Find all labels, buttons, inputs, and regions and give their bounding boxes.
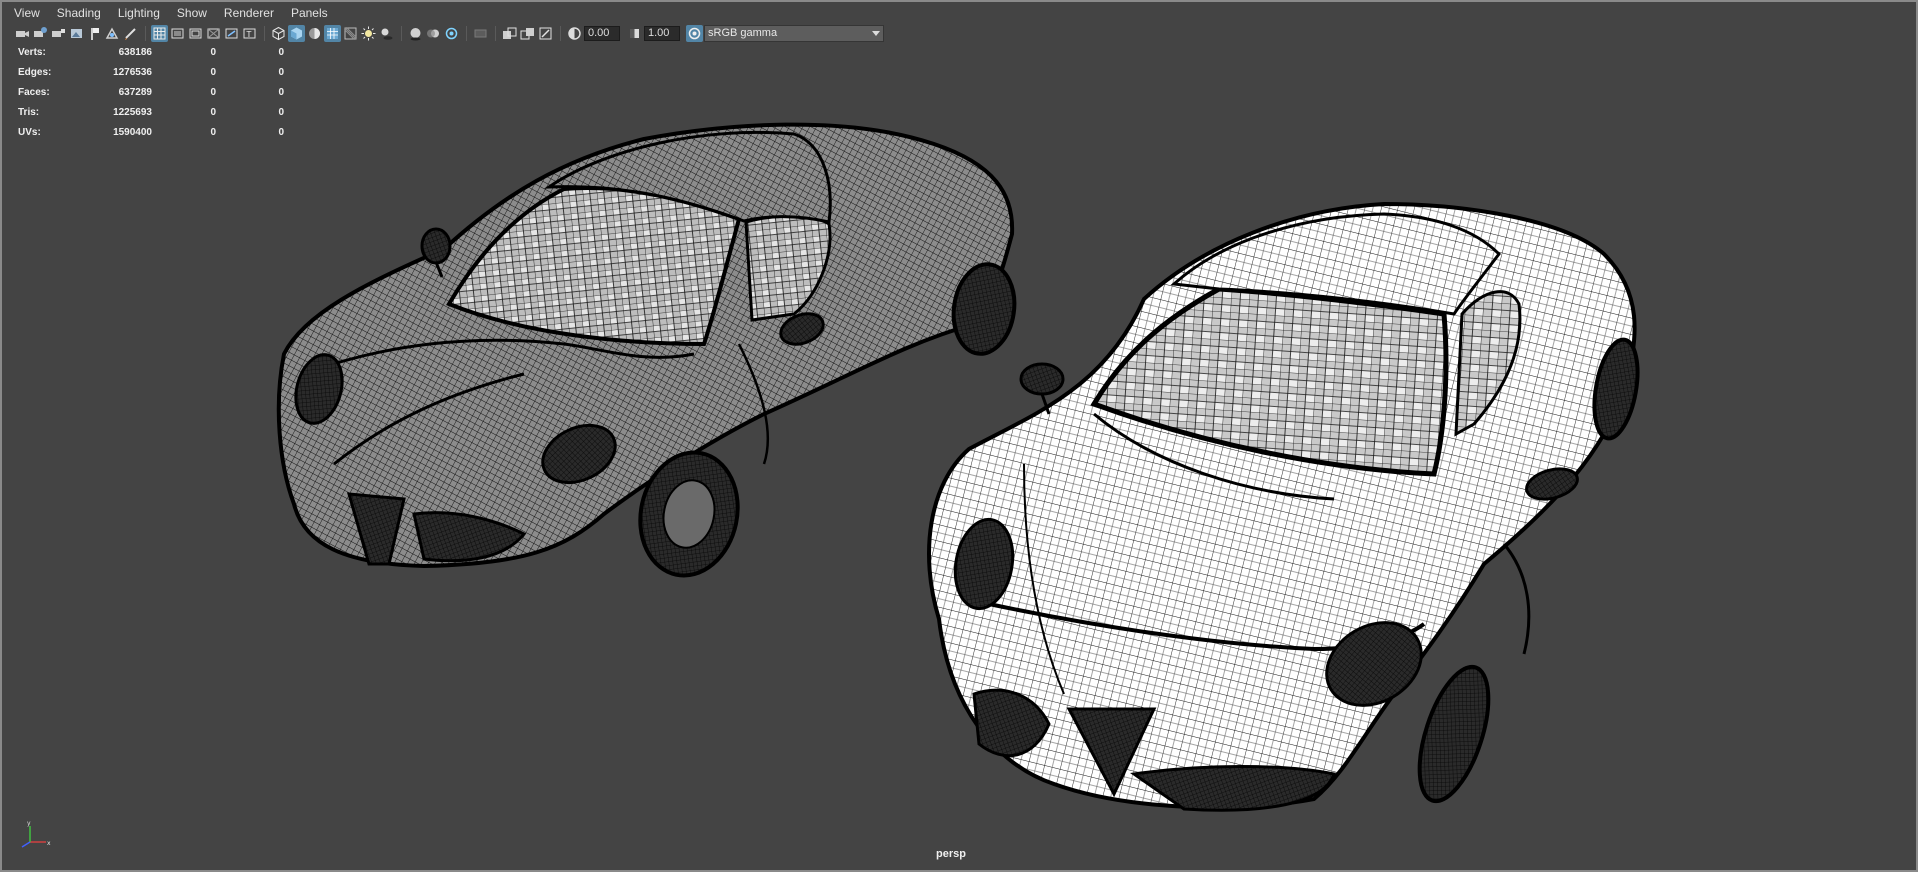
hud-value: 1225693 (113, 106, 152, 118)
safe-title-icon[interactable]: T (241, 25, 258, 42)
hud-value: 0 (278, 126, 284, 138)
toolbar-separator (466, 25, 467, 41)
smooth-shade-icon[interactable] (288, 24, 305, 42)
view-transform-value: sRGB gamma (708, 27, 778, 39)
hud-value: 1276536 (113, 66, 152, 78)
hud-value: 1590400 (113, 126, 152, 138)
hud-value: 0 (278, 66, 284, 78)
svg-text:x: x (47, 840, 51, 847)
motion-blur-icon[interactable] (425, 25, 442, 42)
camera-attributes-icon[interactable] (32, 25, 49, 42)
menu-lighting[interactable]: Lighting (118, 4, 160, 22)
color-management-icon[interactable] (686, 24, 703, 42)
shadows-icon[interactable] (378, 25, 395, 42)
toolbar-separator (560, 25, 561, 41)
menu-renderer[interactable]: Renderer (224, 4, 274, 22)
toolbar-separator (401, 25, 402, 41)
menu-panels[interactable]: Panels (291, 4, 328, 22)
poly-count-hud: Verts: 638186 0 0 Edges: 1276536 0 0 Fac… (18, 42, 284, 142)
two-d-pan-icon[interactable] (104, 25, 121, 42)
chevron-down-icon (872, 30, 880, 36)
panel-toolbar: T 0.00 1.00 sRGB gamma (4, 22, 1916, 44)
hud-row-uvs: UVs: 1590400 0 0 (18, 122, 284, 142)
hud-value: 0 (210, 66, 216, 78)
film-gate-icon[interactable] (169, 25, 186, 42)
resolution-gate-icon[interactable] (187, 25, 204, 42)
grease-pencil-icon[interactable] (122, 25, 139, 42)
axis-gizmo-icon: x y (21, 820, 51, 848)
ambient-occlusion-icon[interactable] (407, 25, 424, 42)
anti-aliasing-icon[interactable] (443, 25, 460, 42)
hud-value: 638186 (118, 46, 152, 58)
use-lights-icon[interactable] (360, 25, 377, 42)
hud-value: 0 (278, 86, 284, 98)
maya-viewport-panel: View Shading Lighting Show Renderer Pane… (0, 0, 1918, 872)
gate-mask-icon[interactable] (205, 25, 222, 42)
car-right-wireframe[interactable] (927, 201, 1644, 812)
menu-show[interactable]: Show (177, 4, 207, 22)
menu-shading[interactable]: Shading (57, 4, 101, 22)
wireframe-on-shaded-icon[interactable] (324, 24, 341, 42)
hud-value: 0 (210, 46, 216, 58)
camera-icon[interactable] (14, 25, 31, 42)
hud-row-faces: Faces: 637289 0 0 (18, 82, 284, 102)
view-transform-select[interactable]: sRGB gamma (704, 24, 884, 42)
hud-value: 0 (210, 106, 216, 118)
hud-row-verts: Verts: 638186 0 0 (18, 42, 284, 62)
hud-value: 0 (210, 86, 216, 98)
depth-of-field-icon[interactable] (472, 25, 489, 42)
toolbar-separator (145, 25, 146, 41)
bookmark-icon[interactable] (50, 25, 67, 42)
hud-value: 0 (210, 126, 216, 138)
perspective-viewport[interactable] (4, 44, 1916, 870)
textured-icon[interactable] (306, 25, 323, 42)
exposure-field[interactable]: 0.00 (584, 25, 620, 41)
xray-joints-icon[interactable] (519, 25, 536, 42)
field-chart-icon[interactable] (223, 25, 240, 42)
svg-text:T: T (246, 30, 252, 39)
menu-view[interactable]: View (14, 4, 40, 22)
hud-value: 0 (278, 46, 284, 58)
car-left-wireframe[interactable] (276, 122, 1020, 585)
xray-icon[interactable] (342, 25, 359, 42)
wireframe-icon[interactable] (270, 25, 287, 42)
toolbar-separator (495, 25, 496, 41)
hud-label: Tris: (18, 106, 40, 118)
hud-label: Verts: (18, 46, 46, 58)
hud-value: 0 (278, 106, 284, 118)
gamma-icon[interactable] (626, 25, 643, 42)
exposure-icon[interactable] (566, 25, 583, 42)
hud-label: Faces: (18, 86, 50, 98)
toolbar-separator (264, 25, 265, 41)
hud-label: Edges: (18, 66, 52, 78)
hud-row-edges: Edges: 1276536 0 0 (18, 62, 284, 82)
image-plane-flag-icon[interactable] (86, 25, 103, 42)
hud-label: UVs: (18, 126, 41, 138)
grid-icon[interactable] (151, 24, 168, 42)
gamma-field[interactable]: 1.00 (644, 25, 680, 41)
hud-row-tris: Tris: 1225693 0 0 (18, 102, 284, 122)
xray-active-icon[interactable] (537, 25, 554, 42)
panel-menu-bar: View Shading Lighting Show Renderer Pane… (4, 4, 1916, 22)
hud-value: 637289 (118, 86, 152, 98)
camera-name-label: persp (936, 848, 966, 860)
image-plane-icon[interactable] (68, 25, 85, 42)
isolate-select-icon[interactable] (501, 25, 518, 42)
svg-text:y: y (27, 820, 31, 827)
car-models-wireframe[interactable] (4, 44, 1916, 870)
